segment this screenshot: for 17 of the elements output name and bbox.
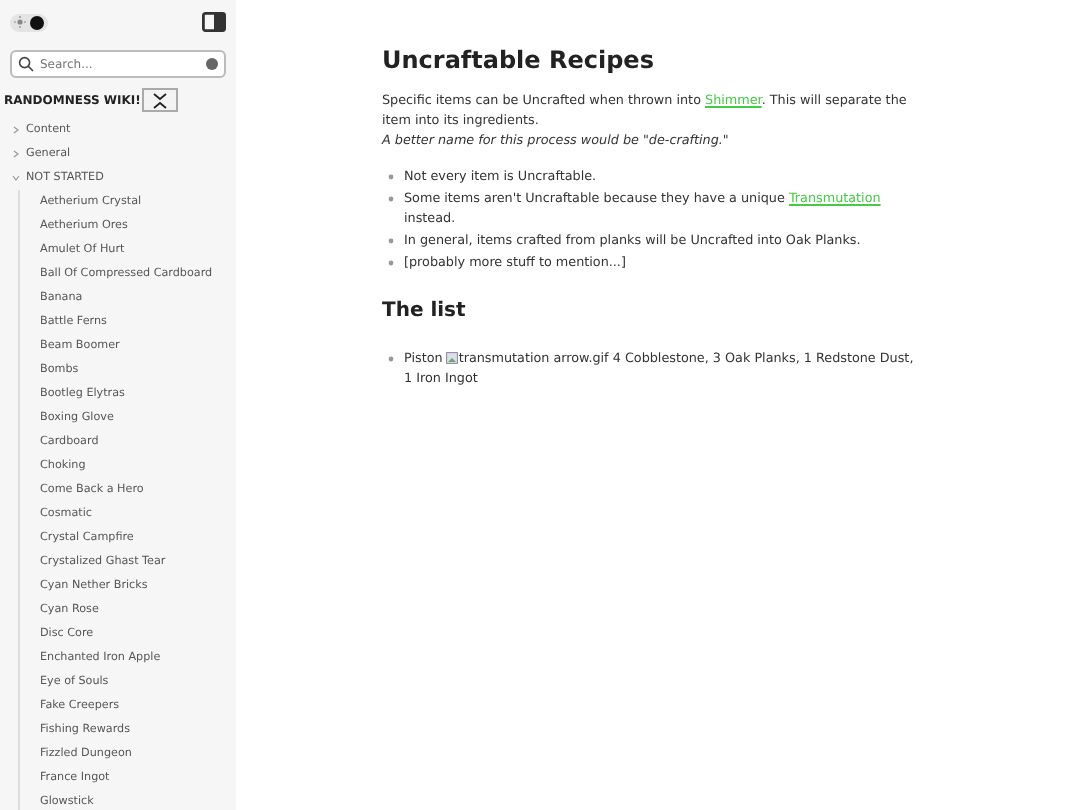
bullet-icon — [388, 356, 394, 362]
bullet-icon — [388, 196, 394, 202]
theme-toggle[interactable] — [10, 13, 48, 31]
bullet-icon — [388, 238, 394, 244]
bullet-icon — [388, 174, 394, 180]
search-icon — [18, 56, 34, 72]
bullet-icon — [388, 260, 394, 266]
chevron-icon — [12, 150, 20, 158]
page-title: Uncraftable Recipes — [382, 46, 656, 74]
layout-icon[interactable] — [202, 12, 226, 32]
section-heading: The list — [382, 300, 468, 322]
chevron-icon — [12, 126, 20, 134]
collapse-button[interactable] — [142, 88, 179, 112]
collapse-icon — [150, 91, 171, 109]
sun-icon — [14, 16, 26, 28]
broken-image-icon — [446, 352, 459, 365]
chevron-icon — [12, 174, 20, 182]
